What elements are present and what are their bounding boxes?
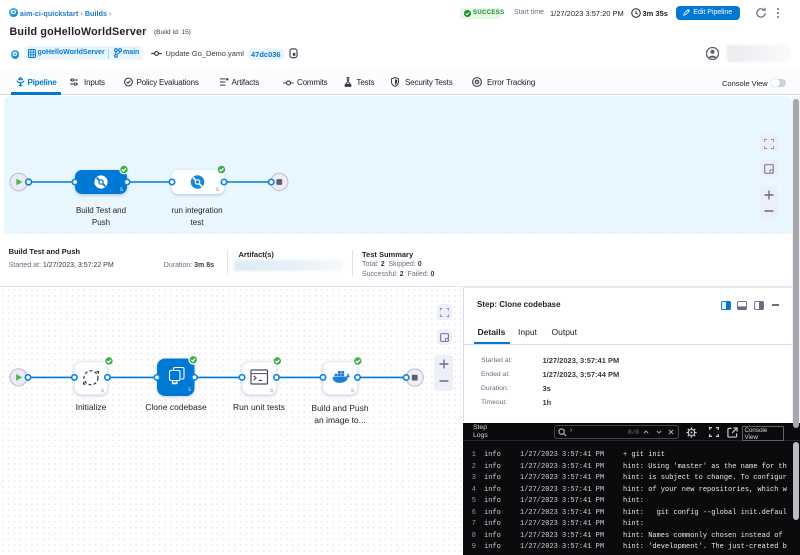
svg-text:s: s <box>270 388 273 394</box>
svg-text:s: s <box>101 388 104 394</box>
svg-text:s: s <box>188 387 191 393</box>
svg-text:s: s <box>120 187 123 193</box>
svg-text:s: s <box>216 187 219 193</box>
svg-text:s: s <box>351 388 354 394</box>
